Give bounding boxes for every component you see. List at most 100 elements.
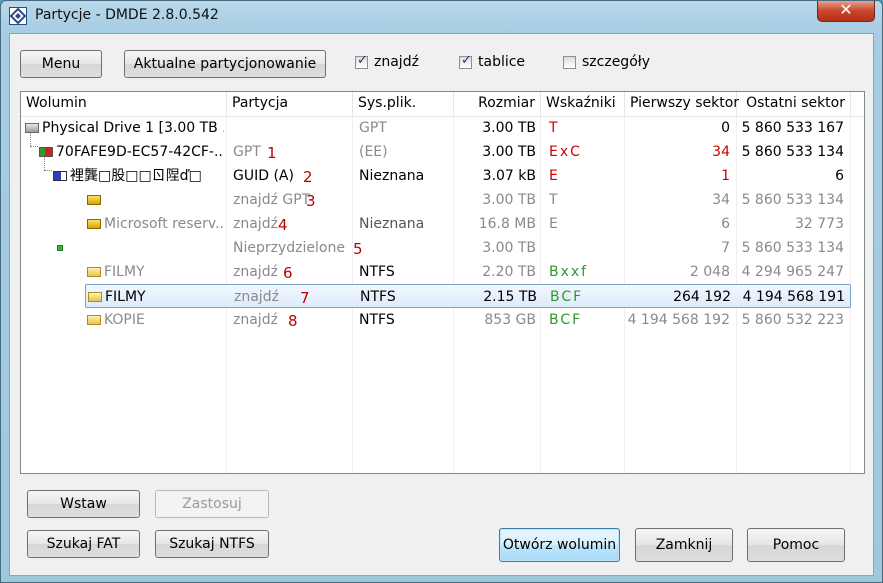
found-gpt-icon — [87, 195, 101, 205]
cell-volume: FILMY — [105, 289, 146, 305]
table-row[interactable]: Microsoft reserv... znajdź 4 Nieznana 16.8 M… — [21, 212, 864, 236]
cell-first-sector: 7 — [721, 240, 730, 256]
title-bar[interactable]: Partycje - DMDE 2.8.0.542 ✕ — [1, 0, 882, 31]
cell-volume: Physical Drive 1 [3.00 TB ... — [42, 120, 224, 136]
find-checkbox-box[interactable]: ✓ — [355, 53, 368, 69]
list-header: Wolumin Partycja Sys.plik. Rozmiar Wskaź… — [21, 92, 864, 117]
cell-flags — [549, 236, 621, 260]
cell-volume: 70FAFE9D-EC57-42CF-... — [56, 144, 224, 160]
cell-size: 16.8 MB — [478, 216, 536, 232]
cell-partition: znajdź — [234, 289, 279, 305]
cell-partition — [233, 116, 353, 140]
cell-last-sector: 5 860 533 134 — [741, 240, 844, 256]
cell-first-sector: 1 — [721, 168, 730, 184]
drive-icon — [25, 123, 39, 133]
window-close-button[interactable]: ✕ — [817, 0, 875, 22]
cell-filesystem: (EE) — [359, 144, 388, 160]
dmde-app-icon — [9, 7, 27, 25]
search-ntfs-button[interactable]: Szukaj NTFS — [155, 530, 269, 558]
menu-button[interactable]: Menu — [20, 50, 102, 78]
folder-icon — [87, 315, 101, 325]
column-header-volume[interactable]: Wolumin — [21, 92, 227, 116]
column-header-first-sector[interactable]: Pierwszy sektor — [625, 92, 739, 116]
column-header-partition[interactable]: Partycja — [227, 92, 353, 116]
cell-partition: GPT — [233, 144, 261, 160]
find-checkbox-label: znajdź — [374, 54, 419, 70]
row-marker-number: 6 — [283, 264, 293, 282]
cell-flags: BCF — [549, 312, 583, 328]
cell-filesystem: GPT — [359, 120, 387, 136]
check-mark-icon: ✓ — [461, 53, 472, 68]
cell-last-sector: 6 — [835, 168, 844, 184]
cell-flags: T — [549, 120, 560, 136]
cell-filesystem: Nieznana — [359, 168, 425, 184]
cell-first-sector: 34 — [712, 192, 730, 208]
folder-icon — [88, 292, 102, 302]
column-header-last-sector[interactable]: Ostatni sektor — [737, 92, 851, 116]
cell-partition: Nieprzydzielone — [233, 240, 345, 256]
details-checkbox[interactable]: szczegóły — [563, 54, 663, 74]
cell-flags: BCF — [550, 289, 584, 305]
cell-size: 3.00 TB — [482, 240, 536, 256]
table-row[interactable]: FILMY znajdź 6 NTFS 2.20 TB Bxxf 2 048 4 294 96… — [21, 260, 864, 284]
column-header-size[interactable]: Rozmiar — [454, 92, 541, 116]
row-marker-number: 8 — [288, 312, 298, 330]
cell-last-sector: 32 773 — [795, 216, 844, 232]
cell-flags: ExC — [549, 144, 582, 160]
table-row[interactable]: 70FAFE9D-EC57-42CF-... GPT 1 (EE) 3.00 TB ExC… — [21, 140, 864, 164]
cell-partition: GUID (A) — [233, 168, 294, 184]
search-fat-button[interactable]: Szukaj FAT — [27, 530, 140, 558]
dialog-client-area: Menu Aktualne partycjonowanie ✓ znajdź ✓… — [9, 33, 874, 576]
partition-list[interactable]: Wolumin Partycja Sys.plik. Rozmiar Wskaź… — [20, 91, 865, 474]
cell-filesystem — [359, 188, 453, 212]
cell-last-sector: 5 860 533 167 — [741, 120, 844, 136]
table-row[interactable]: FILMY znajdź 7 NTFS 2.15 TB BCF 264 192 4 194 5… — [85, 284, 851, 308]
open-volume-button[interactable]: Otwórz wolumin — [499, 528, 620, 562]
insert-button[interactable]: Wstaw — [27, 490, 140, 518]
cell-volume — [104, 188, 224, 212]
row-marker-number: 4 — [278, 216, 288, 234]
guid-partition-icon — [53, 171, 67, 181]
tables-checkbox-box[interactable]: ✓ — [459, 53, 472, 69]
dmde-partitions-window: Partycje - DMDE 2.8.0.542 ✕ Menu Aktualn… — [0, 0, 883, 583]
column-header-flags[interactable]: Wskaźniki — [541, 92, 625, 116]
column-header-filesystem[interactable]: Sys.plik. — [353, 92, 454, 116]
row-marker-number: 3 — [306, 192, 316, 210]
cell-size: 2.15 TB — [483, 289, 537, 305]
cell-flags: E — [549, 216, 560, 232]
apply-button[interactable]: Zastosuj — [155, 490, 269, 518]
cell-filesystem: NTFS — [359, 264, 395, 280]
table-row[interactable]: Physical Drive 1 [3.00 TB ... GPT 3.00 TB T… — [21, 116, 864, 140]
cell-first-sector: 34 — [712, 144, 730, 160]
cell-size: 3.07 kB — [482, 168, 536, 184]
found-volume-icon — [87, 219, 101, 229]
tables-checkbox-label: tablice — [478, 54, 526, 70]
cell-size: 3.00 TB — [482, 192, 536, 208]
cell-filesystem — [359, 236, 453, 260]
table-row[interactable]: KOPIE znajdź 8 NTFS 853 GB BCF 4 194 568 192 5 … — [21, 308, 864, 332]
cell-volume: Microsoft reserv... — [104, 216, 224, 232]
cell-partition: znajdź GPT — [233, 192, 311, 208]
cell-first-sector: 4 194 568 192 — [627, 312, 730, 328]
check-mark-icon: ✓ — [357, 53, 368, 68]
cell-first-sector: 264 192 — [673, 289, 731, 305]
details-checkbox-label: szczegóły — [582, 54, 651, 70]
close-button[interactable]: Zamknij — [635, 528, 733, 562]
table-row[interactable]: 裡龔□股□□ㄖ陧ď□ GUID (A) 2 Nieznana 3.07 kB E 1 6 — [21, 164, 864, 188]
cell-last-sector: 5 860 532 223 — [741, 312, 844, 328]
current-partitioning-button[interactable]: Aktualne partycjonowanie — [124, 50, 326, 78]
table-row[interactable]: Nieprzydzielone 5 3.00 TB 7 5 860 533 134 — [21, 236, 864, 260]
folder-icon — [87, 267, 101, 277]
cell-volume — [70, 236, 224, 260]
help-button[interactable]: Pomoc — [747, 528, 845, 562]
find-checkbox[interactable]: ✓ znajdź — [355, 53, 435, 74]
cell-last-sector: 4 194 568 191 — [742, 289, 845, 305]
row-marker-number: 1 — [267, 144, 277, 162]
tables-checkbox[interactable]: ✓ tablice — [459, 53, 539, 74]
cell-size: 3.00 TB — [482, 120, 536, 136]
table-row[interactable]: znajdź GPT 3 3.00 TB T 34 5 860 533 134 — [21, 188, 864, 212]
details-checkbox-box[interactable] — [563, 56, 576, 69]
cell-volume: FILMY — [104, 264, 145, 280]
cell-flags: E — [549, 168, 560, 184]
cell-volume: KOPIE — [104, 312, 145, 328]
